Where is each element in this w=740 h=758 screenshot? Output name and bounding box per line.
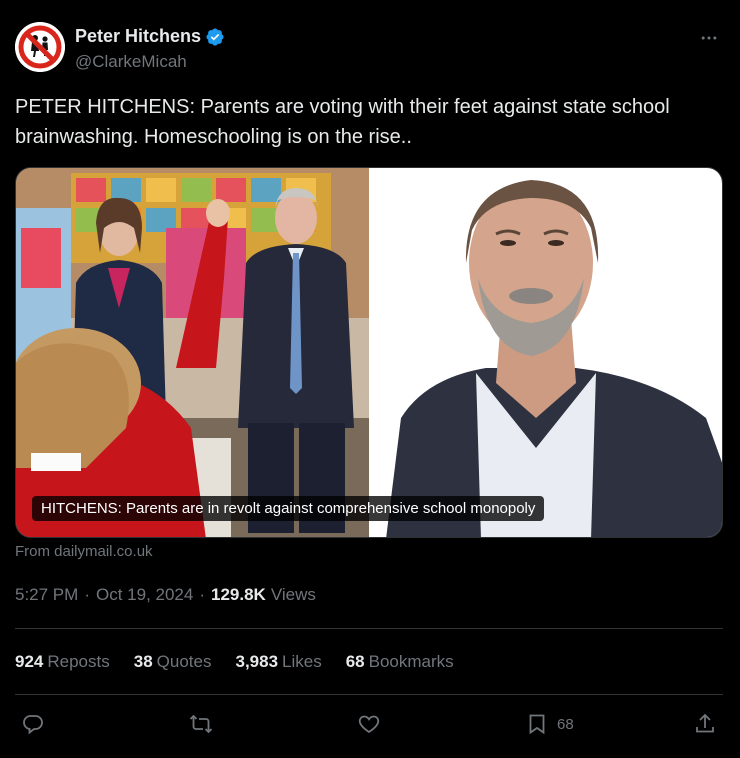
display-name[interactable]: Peter Hitchens [75, 26, 201, 47]
separator-dot: · [199, 585, 205, 604]
tweet-header: Peter Hitchens @ClarkeMicah [15, 22, 725, 76]
quotes-stat[interactable]: 38 Quotes [134, 652, 212, 672]
user-handle[interactable]: @ClarkeMicah [75, 52, 187, 72]
likes-count: 3,983 [235, 652, 279, 671]
link-source[interactable]: From dailymail.co.uk [15, 543, 153, 560]
repost-button[interactable] [189, 712, 213, 736]
avatar[interactable] [15, 22, 65, 72]
divider [15, 694, 723, 695]
media-image [16, 168, 722, 537]
reposts-stat[interactable]: 924 Reposts [15, 652, 110, 672]
reply-button[interactable] [21, 712, 45, 736]
no-children-sign-icon [15, 22, 65, 72]
quotes-count: 38 [133, 652, 153, 671]
tweet-text: PETER HITCHENS: Parents are voting with … [15, 96, 670, 148]
likes-label: Likes [282, 652, 322, 671]
bookmarks-stat[interactable]: 68 Bookmarks [346, 652, 454, 672]
reposts-label: Reposts [47, 652, 110, 671]
divider [15, 628, 723, 629]
repost-icon [189, 714, 213, 734]
bookmarks-count: 68 [345, 652, 365, 671]
tweet-date[interactable]: Oct 19, 2024 [96, 585, 193, 605]
reply-icon [23, 715, 43, 735]
engagement-stats: 924 Reposts 38 Quotes 3,983 Likes 68 Bookmar… [15, 652, 478, 672]
like-button[interactable] [357, 712, 381, 736]
reposts-count: 924 [15, 652, 44, 671]
tweet-media[interactable]: HITCHENS: Parents are in revolt against … [15, 167, 723, 538]
bookmark-button[interactable]: 68 [525, 712, 574, 736]
action-bar: 68 [15, 706, 723, 746]
quotes-label: Quotes [156, 652, 212, 671]
views-count: 129.8K [211, 585, 266, 604]
views-label: Views [270, 585, 316, 604]
tweet-time[interactable]: 5:27 PM [15, 585, 78, 605]
likes-stat[interactable]: 3,983 Likes [235, 652, 321, 672]
tweet-meta: 5:27 PM · Oct 19, 2024 · 129.8K Views [15, 585, 316, 605]
share-button[interactable] [693, 712, 717, 736]
name-row: Peter Hitchens [75, 26, 225, 47]
bookmarks-label: Bookmarks [368, 652, 454, 671]
more-options-icon[interactable] [697, 26, 721, 50]
separator-dot: · [84, 585, 90, 604]
share-icon [696, 713, 714, 733]
bookmark-count: 68 [557, 715, 574, 733]
bookmark-icon [529, 714, 545, 735]
heart-icon [358, 715, 380, 734]
verified-badge-icon [205, 27, 225, 47]
media-caption: HITCHENS: Parents are in revolt against … [32, 496, 545, 521]
